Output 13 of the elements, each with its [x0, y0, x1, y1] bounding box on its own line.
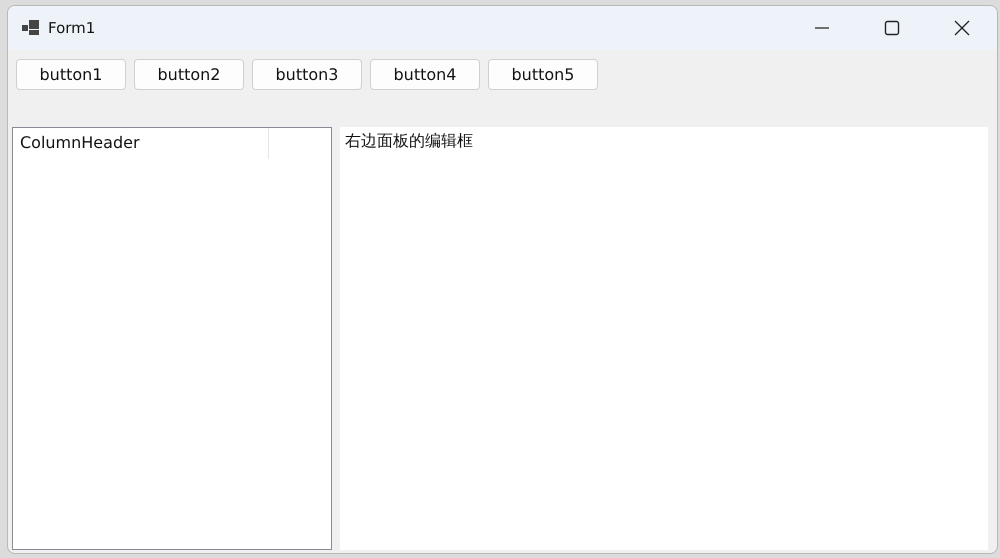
text-box[interactable]: 右边面板的编辑框	[340, 127, 988, 550]
minimize-icon	[814, 27, 830, 29]
form-button[interactable]: button4	[370, 59, 480, 90]
app-icon	[22, 20, 40, 36]
close-icon	[954, 20, 970, 36]
form-button[interactable]: button5	[488, 59, 598, 90]
form-button[interactable]: button2	[134, 59, 244, 90]
window-title: Form1	[48, 19, 96, 37]
list-view[interactable]: ColumnHeader	[12, 127, 332, 550]
form-button[interactable]: button3	[252, 59, 362, 90]
form-button[interactable]: button1	[16, 59, 126, 90]
maximize-icon	[884, 20, 900, 36]
column-header[interactable]: ColumnHeader	[13, 128, 269, 159]
